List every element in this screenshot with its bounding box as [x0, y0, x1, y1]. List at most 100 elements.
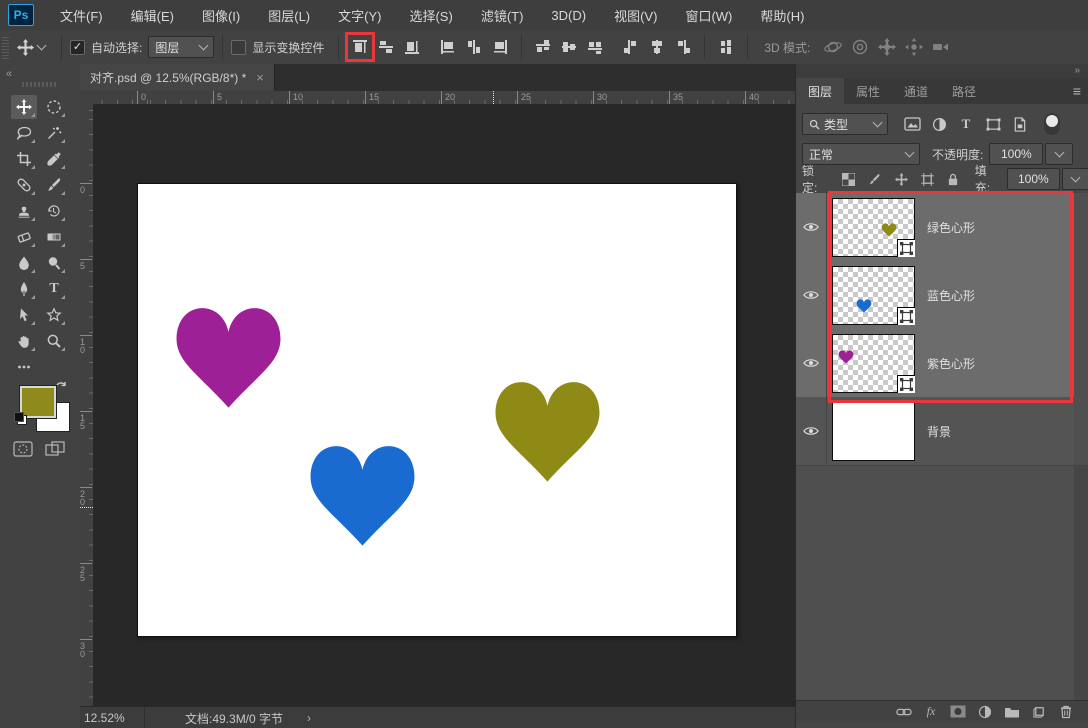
- green-heart[interactable]: [491, 372, 604, 488]
- menu-item[interactable]: 文件(F): [46, 0, 117, 30]
- layer-row-blue-heart[interactable]: 蓝色心形: [796, 261, 1074, 330]
- align-top-edges-button[interactable]: [347, 34, 373, 60]
- status-options-chevron[interactable]: ›: [307, 711, 311, 725]
- distribute-right-edges-button[interactable]: [670, 34, 696, 60]
- tab-properties[interactable]: 属性: [844, 78, 892, 104]
- move-tool-preset[interactable]: [9, 39, 53, 56]
- collapse-toolbar-icon[interactable]: «: [6, 68, 12, 80]
- pixel-filter-icon[interactable]: [900, 114, 924, 134]
- auto-align-layers-button[interactable]: [713, 34, 739, 60]
- tab-channels[interactable]: 通道: [892, 78, 940, 104]
- show-transform-checkbox[interactable]: [231, 40, 246, 55]
- add-layer-mask-icon[interactable]: [949, 704, 967, 720]
- lock-all-padlock-icon[interactable]: [942, 169, 965, 189]
- dodge-tool-button[interactable]: [41, 251, 67, 275]
- blur-tool-button[interactable]: [11, 251, 37, 275]
- distribute-vertical-centers-button[interactable]: [556, 34, 582, 60]
- align-vertical-centers-button[interactable]: [373, 34, 399, 60]
- crop-tool-button[interactable]: [11, 147, 37, 171]
- opacity-dropdown-button[interactable]: [1045, 143, 1073, 165]
- quick-mask-button[interactable]: [12, 440, 34, 458]
- lock-position-move-icon[interactable]: [890, 169, 913, 189]
- menu-item[interactable]: 窗口(W): [671, 0, 746, 30]
- marquee-tool-button[interactable]: [41, 95, 67, 119]
- healing-brush-tool-button[interactable]: [11, 173, 37, 197]
- eyedropper-tool-button[interactable]: [41, 147, 67, 171]
- 3d-orbit-icon[interactable]: [821, 37, 845, 57]
- delete-layer-trash-icon[interactable]: [1057, 704, 1075, 720]
- magic-wand-tool-button[interactable]: [41, 121, 67, 145]
- layer-name[interactable]: 紫色心形: [927, 355, 975, 372]
- distribute-left-edges-button[interactable]: [618, 34, 644, 60]
- panel-menu-icon[interactable]: ≡: [1073, 83, 1081, 99]
- align-left-edges-button[interactable]: [435, 34, 461, 60]
- zoom-level-field[interactable]: 12.52%: [80, 707, 145, 728]
- lock-pixels-brush-icon[interactable]: [863, 169, 886, 189]
- filter-toggle-switch[interactable]: [1044, 113, 1060, 135]
- gradient-tool-button[interactable]: [41, 225, 67, 249]
- clone-stamp-tool-button[interactable]: [11, 199, 37, 223]
- tab-paths[interactable]: 路径: [940, 78, 988, 104]
- type-filter-icon[interactable]: T: [954, 114, 978, 134]
- menu-item[interactable]: 滤镜(T): [467, 0, 538, 30]
- new-layer-icon[interactable]: [1030, 704, 1048, 720]
- move-tool-button[interactable]: [11, 95, 37, 119]
- 3d-slide-icon[interactable]: [902, 37, 926, 57]
- align-right-edges-button[interactable]: [487, 34, 513, 60]
- layer-row-purple-heart[interactable]: 紫色心形: [796, 329, 1074, 398]
- history-brush-tool-button[interactable]: [41, 199, 67, 223]
- fill-dropdown-button[interactable]: [1062, 168, 1088, 190]
- collapse-panel-icon[interactable]: »: [1074, 65, 1079, 76]
- auto-select-target-dropdown[interactable]: 图层: [148, 36, 214, 58]
- visibility-eye-icon[interactable]: [796, 329, 827, 397]
- layer-thumbnail[interactable]: [832, 266, 915, 325]
- layer-thumbnail[interactable]: [832, 198, 915, 257]
- brush-tool-button[interactable]: [41, 173, 67, 197]
- hand-tool-button[interactable]: [11, 329, 37, 353]
- auto-select-checkbox[interactable]: ✓: [70, 40, 85, 55]
- document-tab[interactable]: 对齐.psd @ 12.5%(RGB/8*) * ×: [80, 64, 275, 91]
- layer-thumbnail[interactable]: [832, 334, 915, 393]
- edit-toolbar-ellipsis-button[interactable]: [11, 355, 37, 379]
- smart-object-filter-icon[interactable]: [1008, 114, 1032, 134]
- layer-row-background[interactable]: 背景: [796, 397, 1074, 466]
- lasso-tool-button[interactable]: [11, 121, 37, 145]
- fill-value-field[interactable]: 100%: [1007, 168, 1059, 190]
- 3d-pan-icon[interactable]: [875, 37, 899, 57]
- align-horizontal-centers-button[interactable]: [461, 34, 487, 60]
- layer-name[interactable]: 绿色心形: [927, 219, 975, 236]
- default-colors-icon[interactable]: [14, 412, 27, 425]
- distribute-horizontal-centers-button[interactable]: [644, 34, 670, 60]
- align-bottom-edges-button[interactable]: [399, 34, 425, 60]
- menu-item[interactable]: 编辑(E): [117, 0, 188, 30]
- layer-name[interactable]: 背景: [927, 423, 951, 440]
- screen-mode-button[interactable]: [44, 440, 66, 458]
- new-adjustment-layer-icon[interactable]: [976, 704, 994, 720]
- pen-tool-button[interactable]: [11, 277, 37, 301]
- layer-thumbnail[interactable]: [832, 402, 915, 461]
- eraser-tool-button[interactable]: [11, 225, 37, 249]
- menu-item[interactable]: 图层(L): [254, 0, 324, 30]
- close-tab-icon[interactable]: ×: [256, 70, 264, 85]
- tab-layers[interactable]: 图层: [796, 78, 844, 104]
- adjustment-filter-icon[interactable]: [927, 114, 951, 134]
- 3d-roll-icon[interactable]: [848, 37, 872, 57]
- menu-item[interactable]: 文字(Y): [324, 0, 395, 30]
- distribute-top-edges-button[interactable]: [530, 34, 556, 60]
- link-layers-icon[interactable]: [895, 704, 913, 720]
- path-select-tool-button[interactable]: [11, 303, 37, 327]
- document-canvas[interactable]: [137, 183, 737, 637]
- type-tool-button[interactable]: T: [41, 277, 67, 301]
- horizontal-ruler[interactable]: 0510152025303540: [93, 91, 795, 105]
- lock-transparent-icon[interactable]: [837, 169, 860, 189]
- visibility-eye-icon[interactable]: [796, 397, 827, 465]
- toolbar-grip-handle[interactable]: [22, 82, 58, 87]
- custom-shape-tool-button[interactable]: [41, 303, 67, 327]
- options-grip-handle[interactable]: [2, 35, 9, 59]
- menu-item[interactable]: 帮助(H): [746, 0, 818, 30]
- layer-name[interactable]: 蓝色心形: [927, 287, 975, 304]
- layer-filter-type-dropdown[interactable]: 类型: [802, 113, 888, 135]
- swap-colors-icon[interactable]: [54, 380, 68, 397]
- purple-heart[interactable]: [172, 298, 285, 414]
- menu-item[interactable]: 视图(V): [600, 0, 671, 30]
